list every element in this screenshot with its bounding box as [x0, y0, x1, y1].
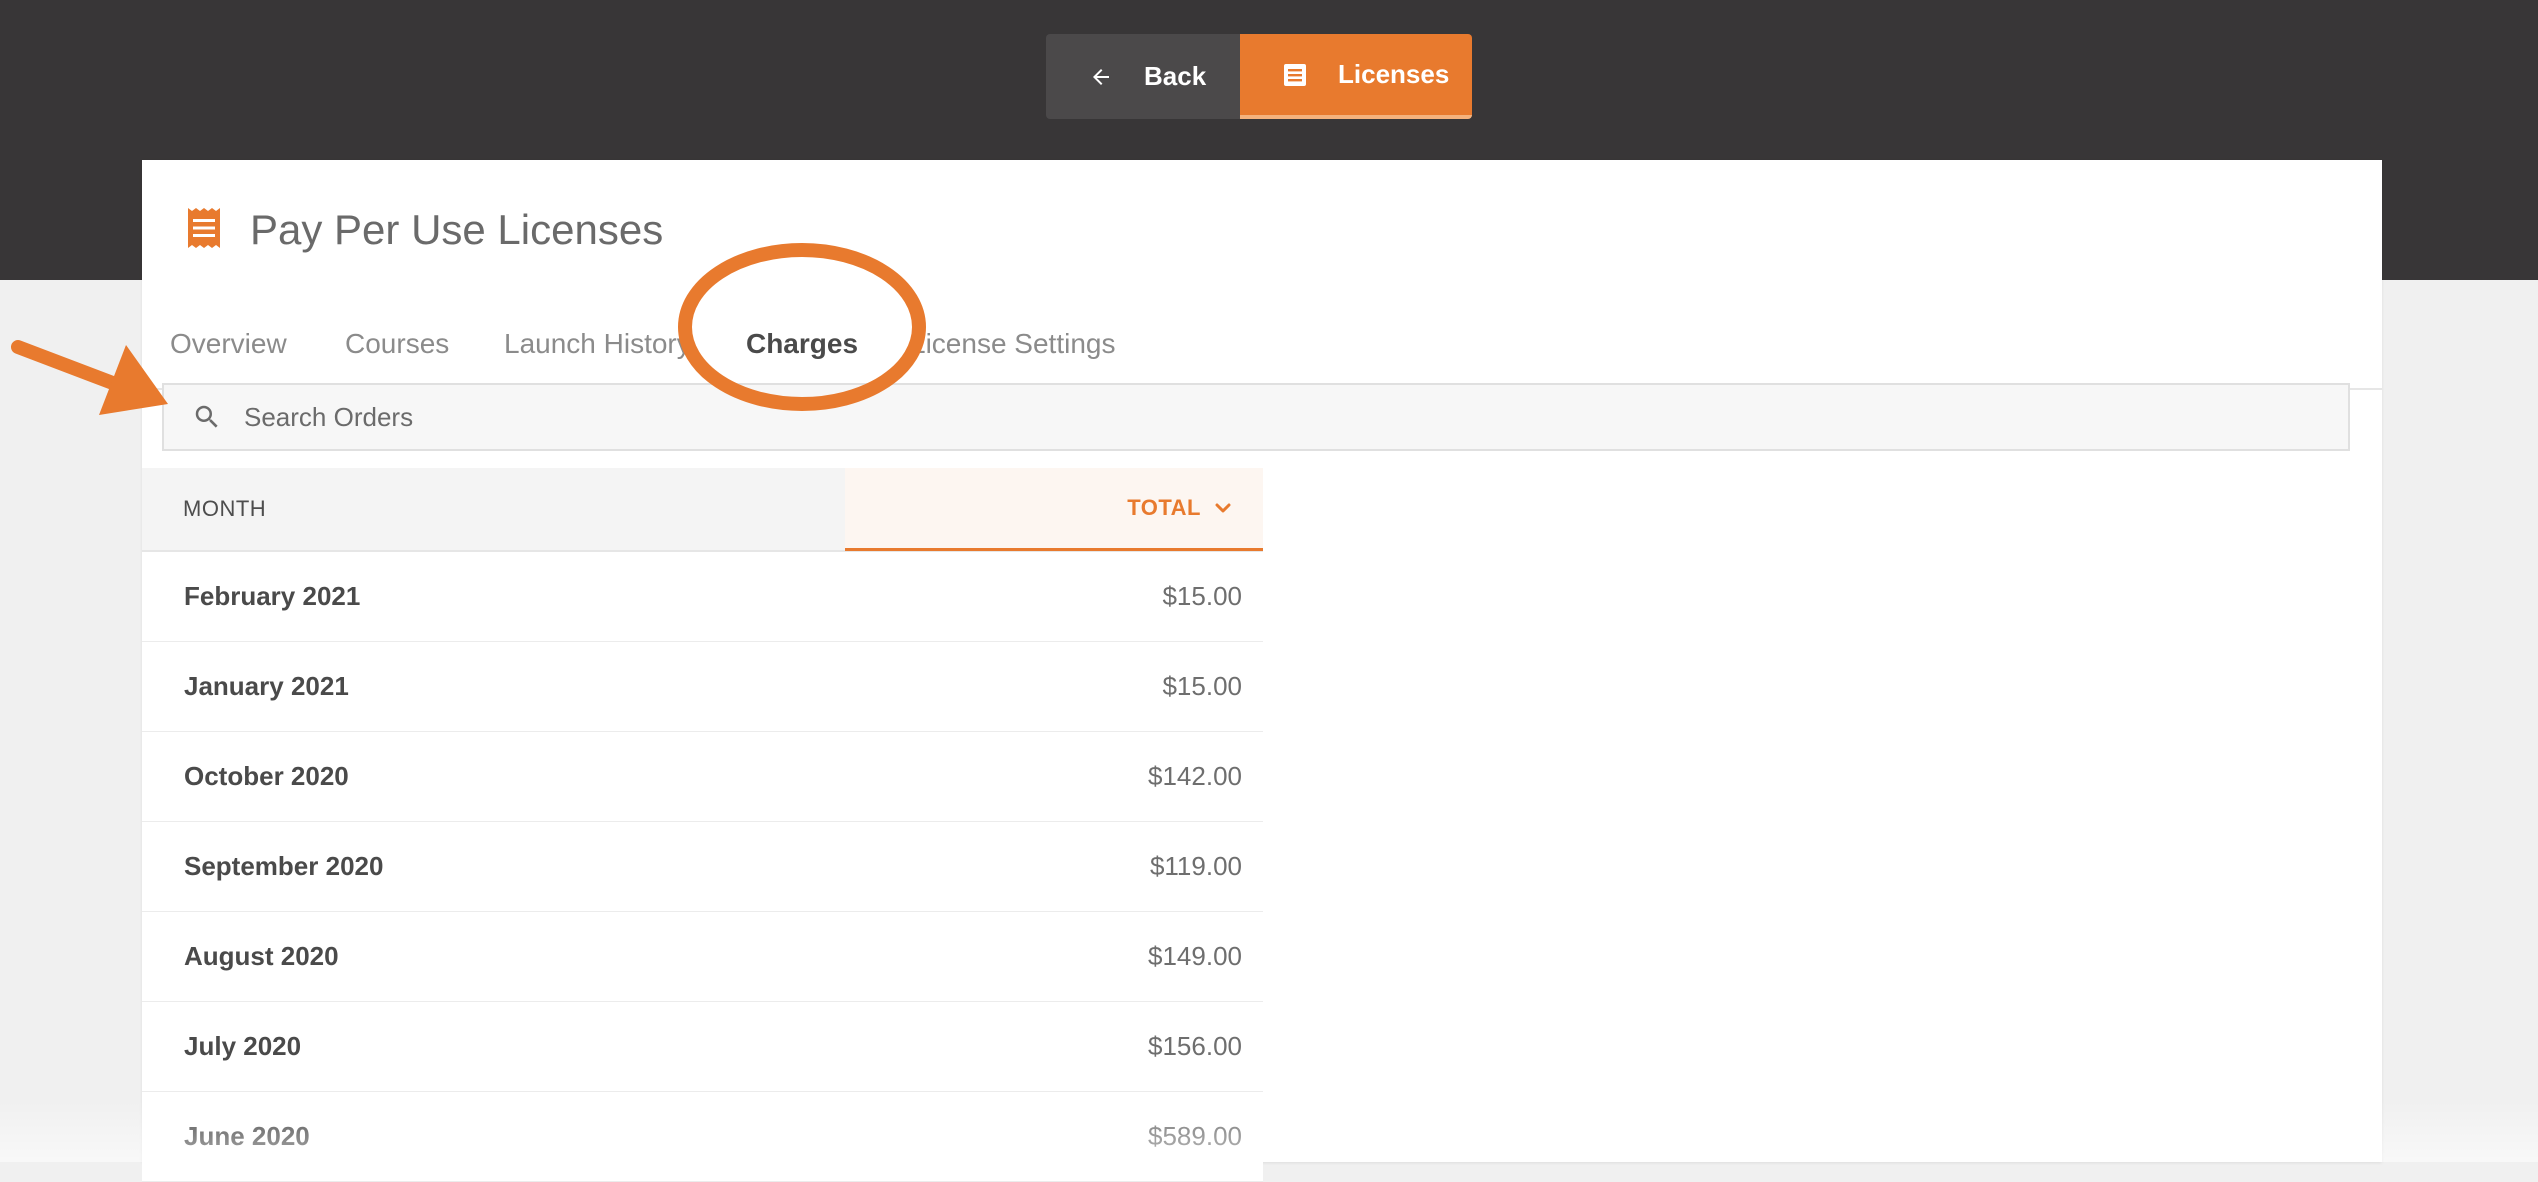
row-total: $15.00	[1162, 671, 1242, 701]
licenses-button[interactable]: Licenses	[1240, 34, 1472, 119]
table-header: MONTH TOTAL	[142, 468, 1263, 552]
row-month: September 2020	[184, 851, 384, 881]
row-month: October 2020	[184, 761, 349, 791]
page-title: Pay Per Use Licenses	[250, 206, 664, 253]
chevron-down-icon	[1213, 498, 1233, 518]
tab-launch-history[interactable]: Launch History	[504, 300, 691, 388]
receipt-icon	[186, 207, 222, 253]
search-input[interactable]	[242, 400, 2146, 434]
back-button[interactable]: Back	[1046, 34, 1240, 119]
back-label: Back	[1144, 61, 1207, 91]
column-header-month[interactable]: MONTH	[183, 468, 266, 550]
row-total: $149.00	[1148, 941, 1242, 971]
table-row[interactable]: July 2020 $156.00	[142, 1002, 1263, 1092]
row-total: $156.00	[1148, 1031, 1242, 1061]
arrow-left-icon	[1086, 62, 1116, 92]
column-header-total[interactable]: TOTAL	[845, 468, 1263, 551]
tab-courses[interactable]: Courses	[345, 300, 449, 388]
row-month: August 2020	[184, 941, 339, 971]
charges-table: MONTH TOTAL February 2021 $15.00 January…	[142, 468, 1263, 1182]
table-row[interactable]: January 2021 $15.00	[142, 642, 1263, 732]
top-nav: Back Licenses	[1046, 34, 1472, 119]
row-month: June 2020	[184, 1121, 310, 1151]
licenses-card: Pay Per Use Licenses Overview Courses La…	[142, 160, 2382, 1182]
table-row[interactable]: October 2020 $142.00	[142, 732, 1263, 822]
row-month: July 2020	[184, 1031, 302, 1061]
table-row[interactable]: August 2020 $149.00	[142, 912, 1263, 1002]
card-header: Pay Per Use Licenses	[186, 206, 663, 254]
search-bar	[162, 383, 2350, 451]
row-month: February 2021	[184, 581, 361, 611]
table-row[interactable]: June 2020 $589.00	[142, 1092, 1263, 1182]
tab-overview[interactable]: Overview	[170, 300, 287, 388]
table-row[interactable]: February 2021 $15.00	[142, 552, 1263, 642]
tab-charges[interactable]: Charges	[723, 300, 881, 388]
tab-license-settings[interactable]: License Settings	[910, 300, 1115, 388]
column-header-total-label: TOTAL	[1127, 495, 1201, 520]
tab-bar: Overview Courses Launch History Charges …	[142, 300, 2382, 390]
licenses-label: Licenses	[1338, 59, 1450, 89]
row-total: $589.00	[1148, 1121, 1242, 1151]
row-total: $119.00	[1149, 851, 1242, 881]
row-total: $15.00	[1162, 581, 1242, 611]
row-total: $142.00	[1148, 761, 1242, 791]
table-row[interactable]: September 2020 $119.00	[142, 822, 1263, 912]
row-month: January 2021	[184, 671, 349, 701]
receipt-icon	[1280, 60, 1310, 90]
search-icon	[192, 402, 222, 432]
